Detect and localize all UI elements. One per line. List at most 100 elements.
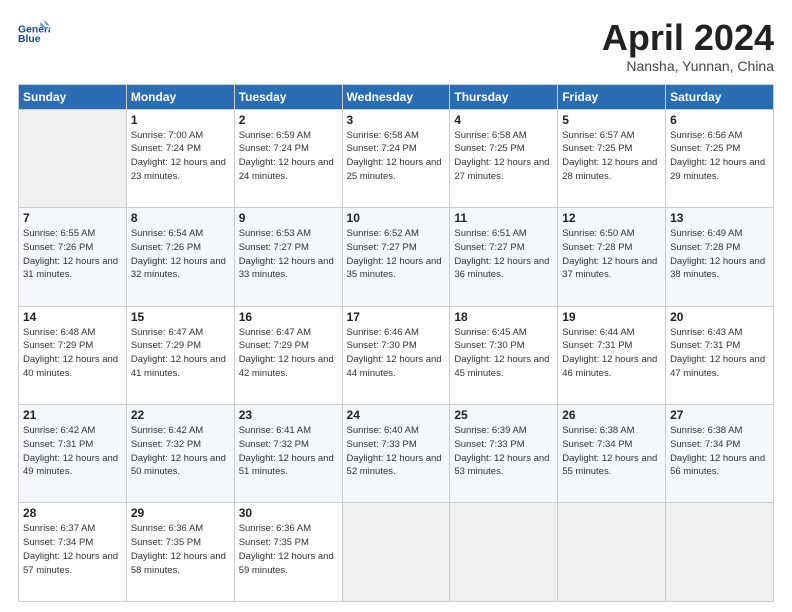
calendar-cell [19,109,127,207]
calendar-cell: 28 Sunrise: 6:37 AMSunset: 7:34 PMDayligh… [19,503,127,602]
calendar-table: SundayMondayTuesdayWednesdayThursdayFrid… [18,84,774,602]
day-info: Sunrise: 6:39 AMSunset: 7:33 PMDaylight:… [454,424,553,479]
day-info: Sunrise: 6:58 AMSunset: 7:24 PMDaylight:… [347,129,446,184]
day-number: 3 [347,113,446,127]
calendar-cell: 1 Sunrise: 7:00 AMSunset: 7:24 PMDaylight… [126,109,234,207]
day-info: Sunrise: 6:48 AMSunset: 7:29 PMDaylight:… [23,326,122,381]
day-number: 24 [347,408,446,422]
day-info: Sunrise: 6:38 AMSunset: 7:34 PMDaylight:… [670,424,769,479]
day-number: 8 [131,211,230,225]
day-number: 28 [23,506,122,520]
day-info: Sunrise: 6:41 AMSunset: 7:32 PMDaylight:… [239,424,338,479]
location-subtitle: Nansha, Yunnan, China [602,58,774,74]
col-header-friday: Friday [558,84,666,109]
day-info: Sunrise: 6:54 AMSunset: 7:26 PMDaylight:… [131,227,230,282]
calendar-cell: 12 Sunrise: 6:50 AMSunset: 7:28 PMDayligh… [558,208,666,306]
day-number: 12 [562,211,661,225]
day-number: 14 [23,310,122,324]
day-info: Sunrise: 6:44 AMSunset: 7:31 PMDaylight:… [562,326,661,381]
col-header-wednesday: Wednesday [342,84,450,109]
day-info: Sunrise: 6:58 AMSunset: 7:25 PMDaylight:… [454,129,553,184]
day-info: Sunrise: 6:37 AMSunset: 7:34 PMDaylight:… [23,522,122,577]
day-number: 25 [454,408,553,422]
header: General Blue April 2024 Nansha, Yunnan, … [18,18,774,74]
calendar-cell: 30 Sunrise: 6:36 AMSunset: 7:35 PMDayligh… [234,503,342,602]
day-info: Sunrise: 6:47 AMSunset: 7:29 PMDaylight:… [131,326,230,381]
calendar-cell: 16 Sunrise: 6:47 AMSunset: 7:29 PMDayligh… [234,306,342,404]
day-number: 18 [454,310,553,324]
day-info: Sunrise: 6:43 AMSunset: 7:31 PMDaylight:… [670,326,769,381]
day-number: 19 [562,310,661,324]
day-number: 30 [239,506,338,520]
day-number: 13 [670,211,769,225]
day-info: Sunrise: 6:51 AMSunset: 7:27 PMDaylight:… [454,227,553,282]
day-info: Sunrise: 6:47 AMSunset: 7:29 PMDaylight:… [239,326,338,381]
col-header-sunday: Sunday [19,84,127,109]
day-number: 26 [562,408,661,422]
day-info: Sunrise: 6:50 AMSunset: 7:28 PMDaylight:… [562,227,661,282]
calendar-cell: 23 Sunrise: 6:41 AMSunset: 7:32 PMDayligh… [234,405,342,503]
day-info: Sunrise: 6:52 AMSunset: 7:27 PMDaylight:… [347,227,446,282]
day-number: 10 [347,211,446,225]
calendar-cell: 7 Sunrise: 6:55 AMSunset: 7:26 PMDaylight… [19,208,127,306]
logo-icon: General Blue [18,18,50,50]
day-info: Sunrise: 6:40 AMSunset: 7:33 PMDaylight:… [347,424,446,479]
day-info: Sunrise: 6:36 AMSunset: 7:35 PMDaylight:… [239,522,338,577]
logo: General Blue [18,18,50,50]
day-number: 5 [562,113,661,127]
calendar-cell: 21Sunrise: 6:42 AMSunset: 7:31 PMDayligh… [19,405,127,503]
day-number: 4 [454,113,553,127]
col-header-thursday: Thursday [450,84,558,109]
calendar-cell: 9 Sunrise: 6:53 AMSunset: 7:27 PMDaylight… [234,208,342,306]
calendar-cell: 10 Sunrise: 6:52 AMSunset: 7:27 PMDayligh… [342,208,450,306]
day-info: Sunrise: 6:56 AMSunset: 7:25 PMDaylight:… [670,129,769,184]
day-number: 6 [670,113,769,127]
calendar-cell: 24 Sunrise: 6:40 AMSunset: 7:33 PMDayligh… [342,405,450,503]
day-info: Sunrise: 6:36 AMSunset: 7:35 PMDaylight:… [131,522,230,577]
day-number: 21 [23,408,122,422]
day-number: 7 [23,211,122,225]
calendar-cell: 13Sunrise: 6:49 AMSunset: 7:28 PMDayligh… [666,208,774,306]
day-number: 16 [239,310,338,324]
calendar-cell: 17Sunrise: 6:46 AMSunset: 7:30 PMDayligh… [342,306,450,404]
day-number: 11 [454,211,553,225]
calendar-cell: 29 Sunrise: 6:36 AMSunset: 7:35 PMDayligh… [126,503,234,602]
calendar-cell: 14 Sunrise: 6:48 AMSunset: 7:29 PMDayligh… [19,306,127,404]
calendar-cell: 15 Sunrise: 6:47 AMSunset: 7:29 PMDayligh… [126,306,234,404]
day-info: Sunrise: 6:53 AMSunset: 7:27 PMDaylight:… [239,227,338,282]
day-number: 1 [131,113,230,127]
calendar-cell: 5 Sunrise: 6:57 AMSunset: 7:25 PMDaylight… [558,109,666,207]
day-number: 2 [239,113,338,127]
calendar-cell [666,503,774,602]
day-number: 15 [131,310,230,324]
day-info: Sunrise: 6:57 AMSunset: 7:25 PMDaylight:… [562,129,661,184]
calendar-cell: 6 Sunrise: 6:56 AMSunset: 7:25 PMDaylight… [666,109,774,207]
day-info: Sunrise: 7:00 AMSunset: 7:24 PMDaylight:… [131,129,230,184]
day-info: Sunrise: 6:55 AMSunset: 7:26 PMDaylight:… [23,227,122,282]
day-number: 9 [239,211,338,225]
calendar-cell [342,503,450,602]
calendar-cell: 20 Sunrise: 6:43 AMSunset: 7:31 PMDayligh… [666,306,774,404]
col-header-saturday: Saturday [666,84,774,109]
calendar-cell [450,503,558,602]
day-number: 22 [131,408,230,422]
page: General Blue April 2024 Nansha, Yunnan, … [0,0,792,612]
day-number: 23 [239,408,338,422]
col-header-monday: Monday [126,84,234,109]
title-block: April 2024 Nansha, Yunnan, China [602,18,774,74]
calendar-cell: 4 Sunrise: 6:58 AMSunset: 7:25 PMDaylight… [450,109,558,207]
day-number: 17 [347,310,446,324]
calendar-cell: 27 Sunrise: 6:38 AMSunset: 7:34 PMDayligh… [666,405,774,503]
month-title: April 2024 [602,18,774,58]
calendar-cell: 8 Sunrise: 6:54 AMSunset: 7:26 PMDaylight… [126,208,234,306]
calendar-cell: 22 Sunrise: 6:42 AMSunset: 7:32 PMDayligh… [126,405,234,503]
day-number: 20 [670,310,769,324]
day-number: 29 [131,506,230,520]
calendar-cell: 25 Sunrise: 6:39 AMSunset: 7:33 PMDayligh… [450,405,558,503]
calendar-cell: 19 Sunrise: 6:44 AMSunset: 7:31 PMDayligh… [558,306,666,404]
day-number: 27 [670,408,769,422]
calendar-cell: 18 Sunrise: 6:45 AMSunset: 7:30 PMDayligh… [450,306,558,404]
day-info: Sunrise: 6:45 AMSunset: 7:30 PMDaylight:… [454,326,553,381]
day-info: Sunrise: 6:42 AMSunset: 7:32 PMDaylight:… [131,424,230,479]
day-info: Sunrise: 6:38 AMSunset: 7:34 PMDaylight:… [562,424,661,479]
